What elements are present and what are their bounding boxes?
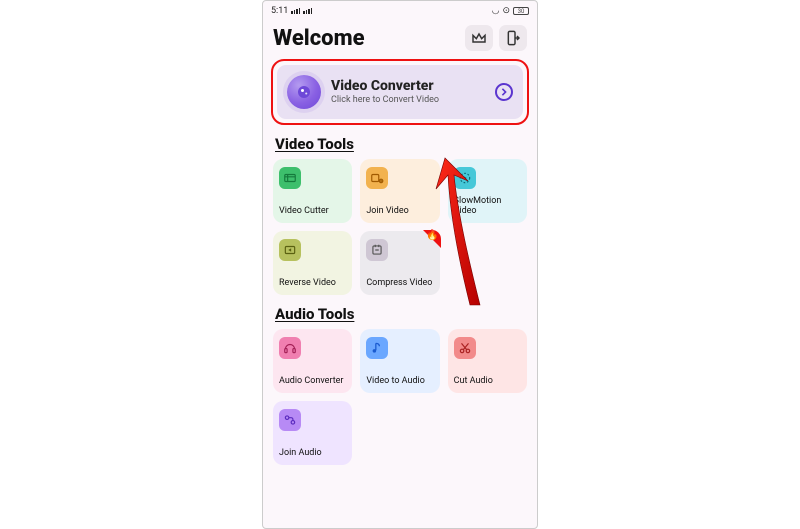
moon-icon: ◡ (492, 6, 500, 16)
join-audio-icon (279, 409, 301, 431)
alarm-icon: ⊙ (502, 6, 510, 16)
exit-button[interactable] (499, 25, 527, 51)
tile-video-cutter[interactable]: Video Cutter (273, 159, 352, 223)
hero-subtitle: Click here to Convert Video (331, 95, 485, 105)
tile-label: Video to Audio (366, 377, 433, 387)
video-converter-icon (287, 75, 321, 109)
signal-icon-2 (303, 8, 312, 14)
tile-label: Join Audio (279, 449, 346, 459)
crown-icon (471, 31, 487, 45)
audio-tools-grid: Audio Converter Video to Audio Cut Audio… (263, 329, 537, 465)
door-exit-icon (506, 30, 520, 46)
hero-highlight: Video Converter Click here to Convert Vi… (271, 59, 529, 125)
reverse-video-icon (279, 239, 301, 261)
video-converter-card[interactable]: Video Converter Click here to Convert Vi… (277, 65, 523, 119)
battery-icon: 30 (513, 7, 529, 15)
video-cutter-icon (279, 167, 301, 189)
tile-label: Reverse Video (279, 279, 346, 289)
tile-label: Join Video (366, 207, 433, 217)
page-title: Welcome (273, 26, 365, 51)
status-time: 5:11 (271, 6, 288, 16)
video-tools-grid: Video Cutter Join Video SlowMotion Video… (263, 159, 537, 295)
app-header: Welcome (263, 19, 537, 59)
slowmotion-icon (454, 167, 476, 189)
tile-label: Audio Converter (279, 377, 346, 387)
tile-label: Compress Video (366, 279, 433, 289)
compress-video-icon (366, 239, 388, 261)
tile-label: Cut Audio (454, 377, 521, 387)
tile-reverse-video[interactable]: Reverse Video (273, 231, 352, 295)
tile-label: Video Cutter (279, 207, 346, 217)
tile-join-audio[interactable]: Join Audio (273, 401, 352, 465)
phone-frame: 5:11 ◡ ⊙ 30 Welcome (262, 0, 538, 529)
tile-video-to-audio[interactable]: Video to Audio (360, 329, 439, 393)
section-title-video: Video Tools (275, 135, 525, 153)
tile-slowmotion[interactable]: SlowMotion Video (448, 159, 527, 223)
cut-audio-icon (454, 337, 476, 359)
audio-converter-icon (279, 337, 301, 359)
video-to-audio-icon (366, 337, 388, 359)
tile-cut-audio[interactable]: Cut Audio (448, 329, 527, 393)
section-title-audio: Audio Tools (275, 305, 525, 323)
hero-title: Video Converter (331, 79, 485, 94)
join-video-icon (366, 167, 388, 189)
tile-join-video[interactable]: Join Video (360, 159, 439, 223)
tile-label: SlowMotion Video (454, 197, 521, 217)
hero-go-button[interactable] (495, 83, 513, 101)
chevron-right-icon (500, 88, 508, 96)
status-bar: 5:11 ◡ ⊙ 30 (263, 1, 537, 19)
premium-button[interactable] (465, 25, 493, 51)
flame-icon: 🔥 (426, 230, 438, 241)
tile-compress-video[interactable]: 🔥 Compress Video (360, 231, 439, 295)
tile-audio-converter[interactable]: Audio Converter (273, 329, 352, 393)
signal-icon (291, 8, 300, 14)
